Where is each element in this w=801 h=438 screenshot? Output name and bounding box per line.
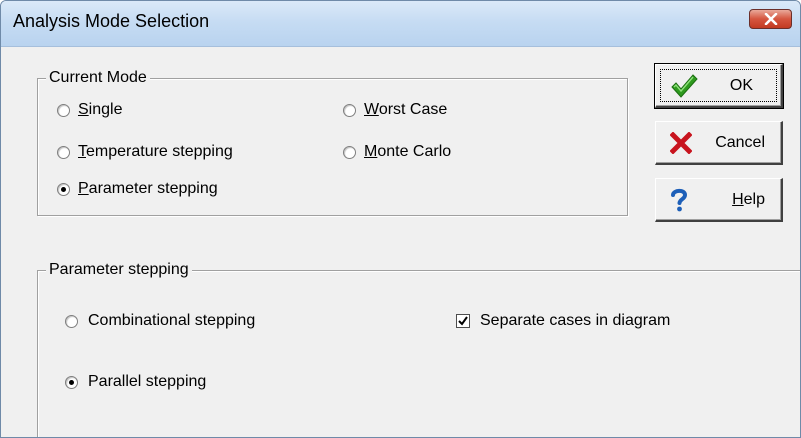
close-icon bbox=[764, 13, 777, 25]
radio-combinational-stepping-label: Combinational stepping bbox=[88, 312, 256, 329]
radio-temperature-stepping-button[interactable] bbox=[57, 145, 70, 159]
checkmark-icon bbox=[458, 316, 468, 326]
cancel-label: Cancel bbox=[715, 133, 765, 151]
radio-single[interactable]: Single bbox=[57, 99, 122, 121]
radio-monte-carlo-label: Monte Carlo bbox=[364, 143, 452, 160]
parameter-stepping-legend: Parameter stepping bbox=[46, 260, 192, 280]
question-icon bbox=[670, 188, 688, 212]
radio-parameter-stepping-button[interactable] bbox=[57, 182, 70, 196]
radio-temperature-stepping-label: Temperature stepping bbox=[78, 143, 233, 160]
radio-parameter-stepping-label: Parameter stepping bbox=[78, 180, 218, 197]
current-mode-legend: Current Mode bbox=[46, 68, 150, 88]
help-label: Help bbox=[732, 190, 765, 208]
close-button[interactable] bbox=[749, 9, 792, 29]
radio-parallel-stepping-label: Parallel stepping bbox=[88, 373, 207, 390]
window-title: Analysis Mode Selection bbox=[13, 11, 210, 31]
radio-worst-case-button[interactable] bbox=[343, 103, 356, 117]
help-button[interactable]: Help bbox=[655, 178, 783, 222]
radio-single-button[interactable] bbox=[57, 103, 70, 117]
dialog-client: Current Mode Single Temperature stepping… bbox=[1, 47, 800, 437]
checkmark-icon bbox=[670, 73, 698, 99]
radio-parameter-stepping[interactable]: Parameter stepping bbox=[57, 178, 218, 200]
radio-parallel-stepping-button[interactable] bbox=[65, 375, 78, 389]
radio-temperature-stepping[interactable]: Temperature stepping bbox=[57, 141, 233, 163]
radio-combinational-stepping-button[interactable] bbox=[65, 314, 78, 328]
parameter-stepping-group: Parameter stepping bbox=[37, 260, 800, 437]
title-bar[interactable]: Analysis Mode Selection bbox=[1, 1, 800, 47]
radio-worst-case[interactable]: Worst Case bbox=[343, 99, 447, 121]
separate-cases-label: Separate cases in diagram bbox=[480, 312, 671, 329]
cancel-button[interactable]: Cancel bbox=[655, 121, 783, 165]
ok-label: OK bbox=[729, 76, 753, 94]
radio-monte-carlo[interactable]: Monte Carlo bbox=[343, 141, 451, 163]
radio-monte-carlo-button[interactable] bbox=[343, 145, 356, 159]
radio-worst-case-label: Worst Case bbox=[364, 101, 448, 118]
dialog-window: Analysis Mode Selection Current Mode Sin… bbox=[0, 0, 801, 438]
checkbox-separate-cases[interactable]: Separate cases in diagram bbox=[456, 310, 670, 332]
radio-single-label: Single bbox=[78, 101, 123, 118]
radio-parallel-stepping[interactable]: Parallel stepping bbox=[65, 371, 206, 393]
red-x-icon bbox=[670, 131, 692, 154]
radio-combinational-stepping[interactable]: Combinational stepping bbox=[65, 310, 255, 332]
separate-cases-checkbox[interactable] bbox=[456, 314, 470, 328]
ok-button[interactable]: OK bbox=[654, 63, 784, 109]
